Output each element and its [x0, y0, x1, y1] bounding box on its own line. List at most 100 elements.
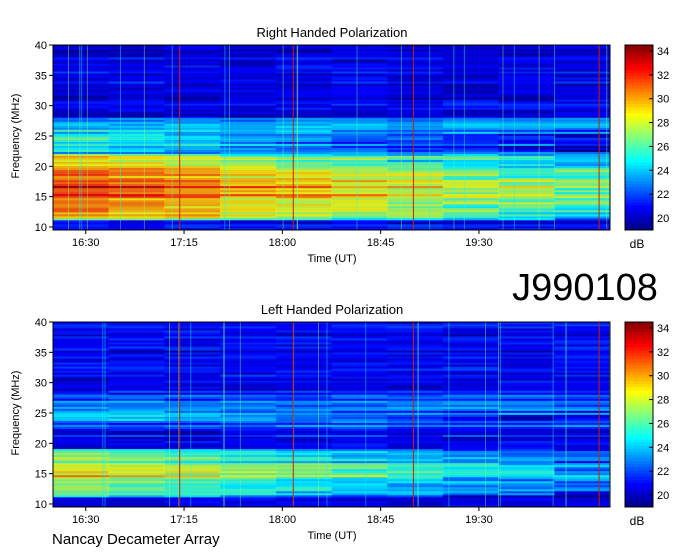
- colorbar-swatch: [625, 100, 653, 105]
- y-tick-label: 35: [35, 70, 47, 82]
- colorbar-swatch: [625, 457, 653, 462]
- y-tick-label: 25: [35, 131, 47, 143]
- right-polarization-panel: Right Handed Polarization 10 15 20 25 30 35 40…: [10, 25, 669, 265]
- instrument-label: Nancay Decameter Array: [52, 531, 220, 548]
- colorbar-swatch: [625, 75, 653, 80]
- colorbar-tick-label: 20: [657, 213, 669, 225]
- colorbar-swatch: [625, 63, 653, 68]
- colorbar-swatch: [625, 174, 653, 179]
- colorbar-swatch: [625, 460, 653, 465]
- colorbar-swatch: [625, 60, 653, 64]
- colorbar-swatch: [625, 340, 653, 345]
- colorbar-swatch: [625, 417, 653, 422]
- colorbar-swatch: [625, 171, 653, 175]
- colorbar-swatch: [625, 485, 653, 489]
- colorbar-swatch: [625, 479, 653, 483]
- colorbar-swatch: [625, 488, 653, 493]
- colorbar-swatch: [625, 85, 653, 89]
- colorbar-swatch: [625, 392, 653, 397]
- colorbar-swatch: [625, 389, 653, 394]
- colorbar-tick-label: 22: [657, 466, 669, 478]
- colorbar-swatch: [625, 72, 653, 77]
- y-tick-label: 30: [35, 378, 47, 390]
- colorbar-tick-label: 24: [657, 442, 669, 454]
- y-tick-label: 20: [35, 161, 47, 173]
- colorbar-swatch: [625, 454, 653, 459]
- colorbar-swatch: [625, 69, 653, 74]
- colorbar-swatch: [625, 78, 653, 83]
- colorbar-swatch: [625, 125, 653, 129]
- colorbar-swatch: [625, 371, 653, 375]
- colorbar-swatch: [625, 331, 653, 335]
- colorbar-swatch: [625, 51, 653, 55]
- panel-title: Left Handed Polarization: [261, 302, 403, 317]
- colorbar-swatch: [625, 82, 653, 86]
- colorbar-tick-label: 24: [657, 165, 669, 177]
- colorbar-swatch: [625, 223, 653, 228]
- colorbar-tick-label: 32: [657, 70, 669, 82]
- colorbar-swatch: [625, 359, 653, 363]
- colorbar-swatch: [625, 48, 653, 52]
- colorbar-swatch: [625, 202, 653, 206]
- colorbar-swatch: [625, 91, 653, 95]
- colorbar-swatch: [625, 402, 653, 406]
- colorbar-swatch: [625, 159, 653, 163]
- colorbar-swatch: [625, 352, 653, 357]
- colorbar-swatch: [625, 473, 653, 477]
- colorbar-swatch: [625, 365, 653, 369]
- colorbar-swatch: [625, 380, 653, 385]
- colorbar-swatch: [625, 97, 653, 101]
- y-tick-label: 40: [35, 317, 47, 329]
- colorbar-swatch: [625, 115, 653, 120]
- colorbar-swatch: [625, 368, 653, 372]
- colorbar-swatch: [625, 399, 653, 403]
- colorbar-swatch: [625, 445, 653, 449]
- colorbar-swatch: [625, 337, 653, 341]
- colorbar-swatch: [625, 383, 653, 388]
- colorbar-swatch: [625, 186, 653, 191]
- colorbar-swatch: [625, 205, 653, 209]
- panel-title: Right Handed Polarization: [256, 25, 407, 40]
- colorbar-swatch: [625, 152, 653, 157]
- colorbar-swatch: [625, 134, 653, 138]
- x-tick-label: 18:00: [269, 514, 297, 526]
- colorbar-swatch: [625, 177, 653, 182]
- colorbar-swatch: [625, 343, 653, 348]
- colorbar-swatch: [625, 346, 653, 351]
- colorbar-swatch: [625, 94, 653, 98]
- x-axis: 16:30 17:15 18:00 18:45 19:30: [72, 507, 493, 526]
- colorbar-swatch: [625, 470, 653, 474]
- colorbar-swatch: [625, 217, 653, 222]
- colorbar-swatch: [625, 494, 653, 499]
- colorbar-swatch: [625, 482, 653, 486]
- colorbar-swatch: [625, 122, 653, 126]
- colorbar: 20 22 24 26 28 30 32 34: [624, 321, 669, 508]
- colorbar-swatch: [625, 476, 653, 480]
- x-tick-label: 19:30: [465, 514, 493, 526]
- colorbar: 20 22 24 26 28 30 32 34: [624, 44, 669, 231]
- colorbar-swatch: [625, 328, 653, 332]
- y-tick-label: 10: [35, 222, 47, 234]
- colorbar-swatch: [625, 396, 653, 400]
- observation-id: J990108: [512, 267, 658, 309]
- colorbar-swatch: [625, 66, 653, 71]
- colorbar-swatch: [625, 140, 653, 145]
- colorbar-swatch: [625, 334, 653, 338]
- colorbar-tick-label: 30: [657, 371, 669, 383]
- colorbar-tick-label: 28: [657, 118, 669, 130]
- colorbar-swatch: [625, 146, 653, 151]
- colorbar-swatch: [625, 183, 653, 188]
- colorbar-swatch: [625, 156, 653, 160]
- colorbar-tick-label: 28: [657, 395, 669, 407]
- colorbar-swatch: [625, 149, 653, 154]
- colorbar-swatch: [625, 106, 653, 111]
- colorbar-tick-label: 20: [657, 490, 669, 502]
- colorbar-swatch: [625, 411, 653, 415]
- colorbar-tick-label: 26: [657, 141, 669, 153]
- y-axis-label: Frequency (MHz): [10, 94, 22, 179]
- colorbar-swatch: [625, 466, 653, 471]
- y-tick-label: 10: [35, 499, 47, 511]
- y-tick-label: 40: [35, 40, 47, 52]
- colorbar-swatch: [625, 220, 653, 225]
- colorbar-swatch: [625, 131, 653, 135]
